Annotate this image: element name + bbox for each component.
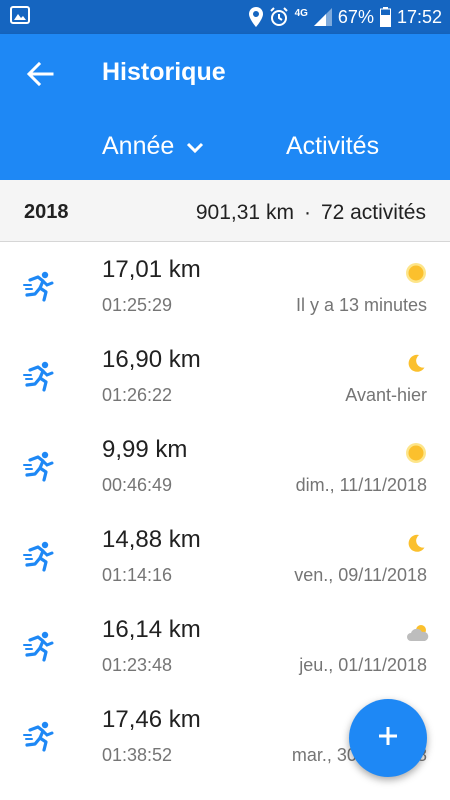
add-activity-button[interactable]: [349, 699, 427, 777]
period-dropdown[interactable]: Année: [102, 132, 204, 161]
activity-date: dim., 11/11/2018: [295, 475, 427, 495]
activity-duration: 01:23:48: [102, 655, 173, 675]
activity-date: Avant-hier: [345, 385, 427, 405]
running-icon: [22, 539, 56, 573]
year-summary: 2018 901,31 km · 72 activités: [0, 180, 450, 242]
summary-year: 2018: [24, 201, 69, 223]
activity-distance: 16,14 km: [102, 616, 201, 643]
activity-duration: 01:38:52: [102, 745, 173, 765]
activity-distance: 16,90 km: [102, 346, 201, 373]
activity-distance: 14,88 km: [102, 526, 201, 553]
activity-distance: 9,99 km: [102, 436, 188, 463]
running-icon: [22, 719, 56, 753]
moon-icon: [405, 352, 427, 374]
activity-distance: 17,46 km: [102, 706, 201, 733]
sun-icon: [405, 262, 427, 284]
running-icon: [22, 359, 56, 393]
battery-icon: [379, 7, 391, 27]
page-title: Historique: [102, 58, 226, 86]
cloud-sun-icon: [405, 622, 429, 644]
activity-row[interactable]: 16,90 km 01:26:22 Avant-hier: [0, 332, 450, 422]
period-dropdown-label: Année: [102, 132, 175, 160]
alarm-icon: [269, 7, 289, 27]
activity-row[interactable]: 16,14 km 01:23:48 jeu., 01/11/2018: [0, 602, 450, 692]
activity-date: Il y a 13 minutes: [295, 295, 427, 315]
app-bar: Historique Année Activités: [0, 34, 450, 180]
activity-distance: 17,01 km: [102, 256, 201, 283]
battery-level: 67%: [337, 6, 374, 27]
activity-row[interactable]: 17,01 km 01:25:29 Il y a 13 minutes: [0, 242, 450, 332]
activity-row[interactable]: 9,99 km 00:46:49 dim., 11/11/2018: [0, 422, 450, 512]
chevron-down-icon: [186, 132, 204, 161]
running-icon: [22, 269, 56, 303]
plus-icon: [376, 724, 400, 753]
activity-date: ven., 09/11/2018: [294, 565, 427, 585]
summary-separator: ·: [303, 201, 311, 224]
sun-icon: [405, 442, 427, 464]
tab-activities[interactable]: Activités: [286, 132, 379, 161]
activity-duration: 01:14:16: [102, 565, 173, 585]
activity-date: jeu., 01/11/2018: [299, 655, 427, 675]
activity-duration: 01:26:22: [102, 385, 173, 405]
moon-icon: [405, 532, 427, 554]
summary-activities: 72 activités: [320, 201, 426, 224]
activity-duration: 00:46:49: [102, 475, 173, 495]
signal-icon: [313, 8, 332, 26]
location-icon: [248, 7, 263, 27]
network-type: 4G: [294, 7, 308, 19]
activity-duration: 01:25:29: [102, 295, 173, 315]
running-icon: [22, 449, 56, 483]
summary-stats: 901,31 km · 72 activités: [196, 201, 426, 225]
back-arrow-icon[interactable]: [26, 60, 54, 88]
activity-row[interactable]: 14,88 km 01:14:16 ven., 09/11/2018: [0, 512, 450, 602]
summary-distance: 901,31 km: [195, 201, 294, 224]
status-bar: 4G 67% 17:52: [0, 0, 450, 34]
running-icon: [22, 629, 56, 663]
clock: 17:52: [396, 6, 442, 27]
gallery-notification-icon: [10, 5, 30, 29]
